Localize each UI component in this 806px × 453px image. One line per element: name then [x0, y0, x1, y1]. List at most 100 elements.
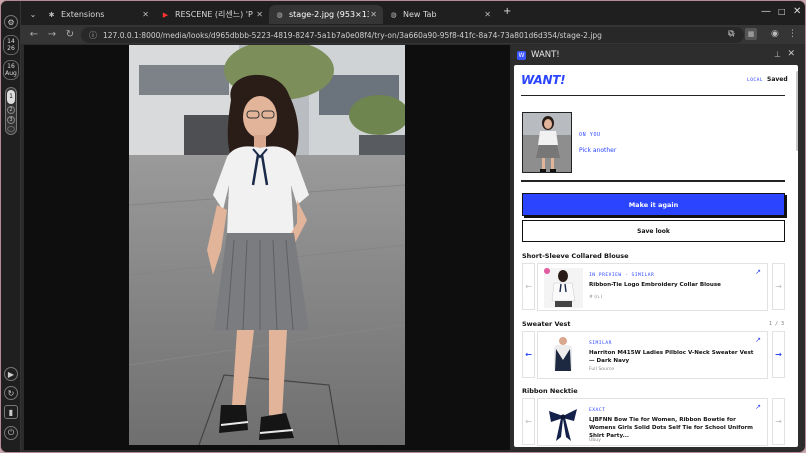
maximize-icon[interactable]: □ — [778, 7, 786, 16]
side-panel-icon[interactable]: ▦ — [745, 28, 757, 40]
tab-stage-2[interactable]: ◍ stage-2.jpg (953×1380 ✕ — [269, 5, 383, 24]
back-icon[interactable]: ← — [29, 29, 39, 40]
power-icon[interactable]: ⏻ — [4, 426, 18, 440]
tab-new-tab[interactable]: ◍ New Tab ✕ — [383, 5, 497, 24]
blouse-thumbnail — [544, 268, 583, 308]
pin-icon[interactable]: ⊥ — [774, 50, 781, 59]
external-link-icon[interactable]: ↗ — [755, 336, 761, 344]
prev-arrow-button[interactable]: ← — [522, 398, 535, 445]
workspace-badge-1[interactable]: 1 — [7, 90, 15, 104]
workspace-badge-3[interactable]: 3 — [7, 116, 15, 124]
minimize-icon[interactable]: — — [761, 6, 771, 17]
puzzle-icon: ✱ — [48, 10, 55, 19]
image-viewer — [24, 45, 510, 450]
product-title[interactable]: LJBFNN Bow Tie for Women, Ribbon Bowtie … — [589, 416, 757, 440]
external-link-icon[interactable]: ↗ — [755, 403, 761, 411]
section-title: Ribbon Necktie — [522, 387, 578, 395]
make-it-again-button[interactable]: Make it again — [522, 193, 785, 216]
date-chip-day: 16 — [7, 63, 15, 70]
section-title: Short-Sleeve Collared Blouse — [522, 252, 629, 260]
close-icon[interactable]: ✕ — [484, 10, 491, 19]
product-card[interactable]: EXACT LJBFNN Bow Tie for Women, Ribbon B… — [537, 398, 768, 446]
section-title: Sweater Vest — [522, 320, 571, 328]
product-title[interactable]: Ribbon-Tie Logo Embroidery Collar Blouse — [589, 281, 757, 289]
save-look-button[interactable]: Save look — [522, 220, 785, 242]
product-card[interactable]: IN PREVIEW · SIMILAR Ribbon-Tie Logo Emb… — [537, 263, 768, 311]
next-arrow-button[interactable]: → — [772, 331, 785, 378]
forward-icon[interactable]: → — [47, 29, 57, 40]
close-icon[interactable]: ✕ — [787, 49, 795, 59]
ribbon-tie-thumbnail — [544, 403, 583, 443]
scrollbar[interactable] — [796, 71, 798, 447]
globe-icon: ◍ — [390, 10, 397, 19]
product-thumbnail — [544, 403, 583, 443]
prev-arrow-button[interactable]: ← — [522, 331, 535, 378]
date-chip-2[interactable]: 16 Aug — [3, 60, 19, 80]
arrow-right-icon: → — [775, 350, 782, 359]
next-arrow-button[interactable]: → — [772, 263, 785, 310]
person-photo-illustration — [129, 45, 405, 445]
play-icon[interactable]: ▶ — [4, 367, 18, 381]
close-window-icon[interactable]: ✕ — [793, 6, 801, 17]
next-arrow-button[interactable]: → — [772, 398, 785, 445]
workspace-badge-2[interactable]: 2 — [7, 106, 15, 114]
product-source: Full Source — [589, 367, 615, 372]
more-menu-icon[interactable]: ⋮ — [788, 29, 797, 39]
date-chip-month: 26 — [7, 45, 15, 52]
battery-icon[interactable]: ▮ — [4, 405, 18, 419]
local-badge: LOCAL — [747, 78, 764, 83]
prev-arrow-button[interactable]: ← — [522, 263, 535, 310]
sweater-vest-thumbnail — [544, 336, 583, 376]
try-on-photo[interactable] — [129, 45, 405, 445]
arrow-left-icon: ← — [525, 282, 532, 291]
side-panel-header: W WANT! ⊥ ✕ — [512, 45, 801, 65]
product-card[interactable]: SIMILAR Harriton M415W Ladies Pilbloc V-… — [537, 331, 768, 379]
globe-icon: ◍ — [276, 10, 283, 19]
saved-link[interactable]: Saved — [767, 76, 788, 83]
tab-title: Extensions — [61, 10, 105, 19]
workspace-badge-4[interactable] — [7, 126, 15, 132]
address-bar[interactable]: ⓘ 127.0.0.1:8000/media/looks/d965dbbb-52… — [81, 27, 744, 43]
side-panel-title: WANT! — [531, 50, 560, 60]
date-chip-day: 14 — [7, 38, 15, 45]
on-you-thumbnail-illustration — [523, 113, 571, 172]
scrollbar-thumb[interactable] — [796, 71, 798, 151]
chevron-down-icon: ⌄ — [29, 10, 37, 19]
arrow-left-icon: ← — [525, 350, 532, 359]
pick-another-link[interactable]: Pick another — [579, 147, 616, 154]
on-you-label: ON YOU — [579, 132, 601, 138]
reload-icon[interactable]: ↻ — [65, 29, 75, 40]
close-icon[interactable]: ✕ — [370, 10, 377, 19]
tab-title: New Tab — [403, 10, 437, 19]
refresh-icon[interactable]: ↻ — [4, 386, 18, 400]
match-tag: SIMILAR — [589, 341, 612, 346]
product-title[interactable]: Harriton M415W Ladies Pilbloc V-Neck Swe… — [589, 349, 757, 365]
result-counter: 1 / 3 — [769, 321, 785, 327]
match-tag: EXACT — [589, 408, 606, 413]
date-chip-1[interactable]: 14 26 — [3, 35, 19, 55]
new-tab-icon[interactable]: + — [503, 6, 511, 17]
on-you-thumbnail[interactable] — [522, 112, 572, 173]
tab-search-button[interactable]: ⌄ — [25, 5, 41, 24]
side-panel: W WANT! ⊥ ✕ WANT! LOCAL Saved ON YOU Pic… — [512, 45, 801, 449]
address-toolbar: ← → ↻ ⓘ 127.0.0.1:8000/media/looks/d965d… — [21, 25, 805, 44]
arrow-right-icon: → — [775, 417, 782, 426]
extensions-icon[interactable]: ⧉ — [728, 29, 734, 39]
arrow-left-icon: ← — [525, 417, 532, 426]
product-source: # (n.) — [589, 295, 603, 300]
settings-icon[interactable]: ⚙ — [4, 15, 18, 29]
close-icon[interactable]: ✕ — [256, 10, 263, 19]
product-thumbnail — [544, 268, 583, 308]
tab-rescene[interactable]: ▶ RESCENE (리센느) 'Pret ✕ — [155, 5, 269, 24]
profile-icon[interactable]: ◉ — [771, 29, 779, 39]
close-icon[interactable]: ✕ — [142, 10, 149, 19]
site-info-icon[interactable]: ⓘ — [89, 30, 97, 41]
address-url[interactable]: 127.0.0.1:8000/media/looks/d965dbbb-5223… — [103, 31, 703, 40]
browser-window: ⚙ 14 26 16 Aug 1 2 3 ▶ ↻ ▮ ⏻ ⌄ ✱ Extensi… — [0, 0, 806, 453]
product-thumbnail — [544, 336, 583, 376]
external-link-icon[interactable]: ↗ — [755, 268, 761, 276]
tab-title: RESCENE (리센느) 'Pret — [175, 10, 253, 19]
workspace-switcher[interactable]: 1 2 3 — [5, 87, 17, 135]
tab-extensions[interactable]: ✱ Extensions ✕ — [41, 5, 155, 24]
tab-strip: ⌄ ✱ Extensions ✕ ▶ RESCENE (리센느) 'Pret ✕… — [21, 1, 805, 25]
